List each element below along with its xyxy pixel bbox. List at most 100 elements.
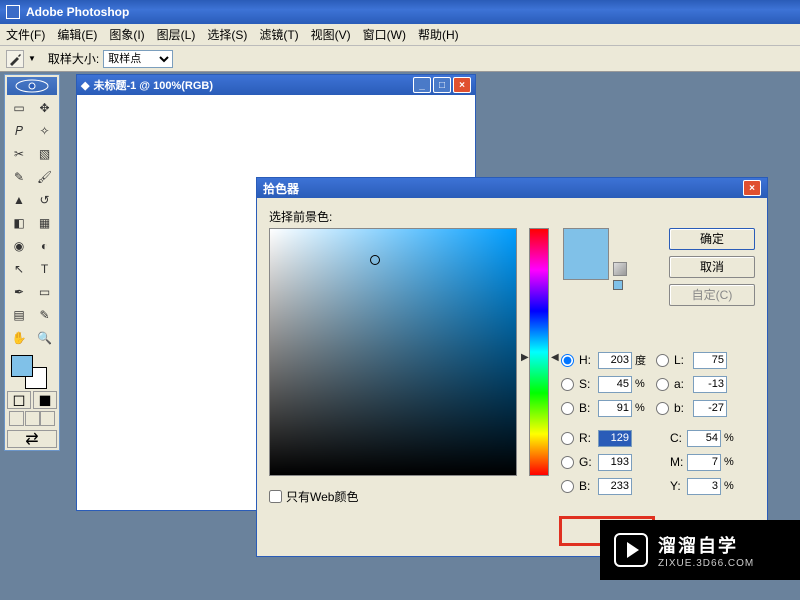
g-radio[interactable]: [561, 456, 574, 469]
r-radio[interactable]: [561, 432, 574, 445]
stamp-tool[interactable]: ▲: [7, 189, 31, 211]
menu-view[interactable]: 视图(V): [305, 24, 357, 45]
a-label: a:: [674, 377, 690, 391]
crop-tool[interactable]: ✂: [7, 143, 31, 165]
g-label: G:: [579, 455, 595, 469]
ok-button[interactable]: 确定: [669, 228, 755, 250]
menu-select[interactable]: 选择(S): [201, 24, 253, 45]
y-input[interactable]: [687, 478, 721, 495]
menu-filter[interactable]: 滤镜(T): [253, 24, 304, 45]
move-tool[interactable]: ✥: [33, 97, 57, 119]
tool-grid: ▭ ✥ 𝛲 ✧ ✂ ▧ ✎ 🖌 ▲ ↺ ◧ ▦ ◉ ◐ ↖ T ✒ ▭ ▤ ✎ …: [7, 97, 57, 349]
preview-old-color[interactable]: [564, 254, 608, 279]
c-label: C:: [670, 431, 684, 445]
web-only-checkbox[interactable]: [269, 490, 282, 503]
custom-button[interactable]: 自定(C): [669, 284, 755, 306]
toolbox: ▭ ✥ 𝛲 ✧ ✂ ▧ ✎ 🖌 ▲ ↺ ◧ ▦ ◉ ◐ ↖ T ✒ ▭ ▤ ✎ …: [4, 74, 60, 451]
cancel-button[interactable]: 取消: [669, 256, 755, 278]
hue-strip[interactable]: [529, 228, 549, 476]
y-unit: %: [724, 480, 740, 492]
s-label: S:: [579, 377, 595, 391]
doc-close-button[interactable]: ×: [453, 77, 471, 93]
dropdown-arrow-icon[interactable]: ▼: [28, 54, 36, 63]
websafe-warning-icon[interactable]: [613, 262, 627, 276]
screen-full-icon[interactable]: [40, 411, 55, 426]
c-unit: %: [724, 432, 740, 444]
eyedropper-tool[interactable]: ✎: [33, 304, 57, 326]
doc-minimize-button[interactable]: _: [413, 77, 431, 93]
picker-label: 选择前景色:: [269, 208, 755, 225]
menu-file[interactable]: 文件(F): [0, 24, 51, 45]
l-radio[interactable]: [656, 354, 669, 367]
dodge-tool[interactable]: ◐: [33, 235, 57, 257]
bb-label: B:: [579, 479, 595, 493]
g-input[interactable]: [598, 454, 632, 471]
s-radio[interactable]: [561, 378, 574, 391]
options-bar: ▼ 取样大小: 取样点: [0, 46, 800, 72]
web-only-checkbox-row[interactable]: 只有Web颜色: [269, 488, 358, 505]
bv-input[interactable]: [598, 400, 632, 417]
hand-tool[interactable]: ✋: [7, 327, 31, 349]
app-titlebar: Adobe Photoshop: [0, 0, 800, 24]
bv-unit: %: [635, 402, 651, 414]
picker-close-button[interactable]: ×: [743, 180, 761, 196]
h-radio[interactable]: [561, 354, 574, 367]
eyedropper-icon[interactable]: [6, 50, 24, 68]
a-input[interactable]: [693, 376, 727, 393]
brush-tool[interactable]: 🖌: [33, 166, 57, 188]
path-tool[interactable]: ↖: [7, 258, 31, 280]
c-input[interactable]: [687, 430, 721, 447]
type-tool[interactable]: T: [33, 258, 57, 280]
heal-tool[interactable]: ✎: [7, 166, 31, 188]
notes-tool[interactable]: ▤: [7, 304, 31, 326]
b-input[interactable]: [693, 400, 727, 417]
lasso-tool[interactable]: 𝛲: [7, 120, 31, 142]
screen-standard-icon[interactable]: [9, 411, 24, 426]
foreground-color-swatch[interactable]: [11, 355, 33, 377]
quickmask-mode-icon[interactable]: ◼: [33, 391, 57, 409]
saturation-value-box[interactable]: [269, 228, 517, 476]
watermark: 溜溜自学 ZIXUE.3D66.COM: [600, 520, 800, 580]
bb-input[interactable]: [598, 478, 632, 495]
pen-tool[interactable]: ✒: [7, 281, 31, 303]
document-title: 未标题-1 @ 100%(RGB): [93, 77, 213, 93]
doc-maximize-button[interactable]: □: [433, 77, 451, 93]
h-input[interactable]: [598, 352, 632, 369]
marquee-tool[interactable]: ▭: [7, 97, 31, 119]
screen-full-menu-icon[interactable]: [25, 411, 40, 426]
toolbox-header-eye-icon: [7, 77, 57, 95]
menu-image[interactable]: 图象(I): [103, 24, 150, 45]
color-fields: H: 度 L: S: % a:: [559, 348, 740, 498]
document-titlebar[interactable]: ◆ 未标题-1 @ 100%(RGB) _ □ ×: [77, 75, 475, 95]
photoshop-icon: [6, 5, 20, 19]
bv-radio[interactable]: [561, 402, 574, 415]
standard-mode-icon[interactable]: ◻: [7, 391, 31, 409]
menu-edit[interactable]: 编辑(E): [51, 24, 103, 45]
b-radio[interactable]: [656, 402, 669, 415]
bb-radio[interactable]: [561, 480, 574, 493]
websafe-swatch-icon[interactable]: [613, 280, 623, 290]
a-radio[interactable]: [656, 378, 669, 391]
menu-window[interactable]: 窗口(W): [357, 24, 412, 45]
wand-tool[interactable]: ✧: [33, 120, 57, 142]
color-picker-dialog: 拾色器 × 选择前景色: ▶ ◀ 确定 取消 自定(C): [256, 177, 768, 557]
blur-tool[interactable]: ◉: [7, 235, 31, 257]
menu-help[interactable]: 帮助(H): [412, 24, 465, 45]
zoom-tool[interactable]: 🔍: [33, 327, 57, 349]
r-input[interactable]: [598, 430, 632, 447]
s-input[interactable]: [598, 376, 632, 393]
l-input[interactable]: [693, 352, 727, 369]
picker-titlebar[interactable]: 拾色器 ×: [257, 178, 767, 198]
eraser-tool[interactable]: ◧: [7, 212, 31, 234]
menu-layer[interactable]: 图层(L): [151, 24, 202, 45]
h-unit: 度: [635, 352, 651, 368]
slice-tool[interactable]: ▧: [33, 143, 57, 165]
gradient-tool[interactable]: ▦: [33, 212, 57, 234]
shape-tool[interactable]: ▭: [33, 281, 57, 303]
preview-new-color: [564, 229, 608, 254]
m-label: M:: [670, 455, 684, 469]
jump-to-icon[interactable]: ⇄: [7, 430, 57, 448]
m-input[interactable]: [687, 454, 721, 471]
sample-size-select[interactable]: 取样点: [103, 50, 173, 68]
history-tool[interactable]: ↺: [33, 189, 57, 211]
